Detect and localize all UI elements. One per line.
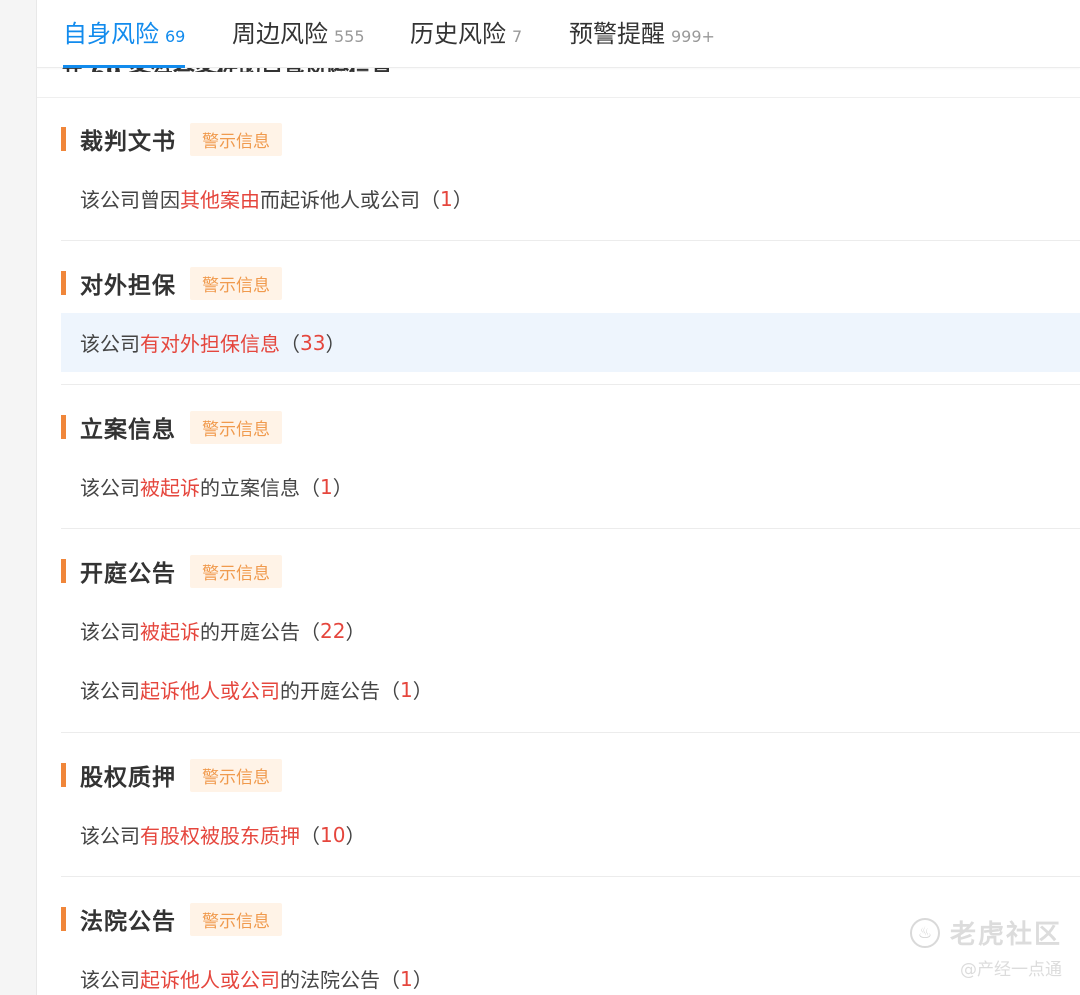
warning-tag: 警示信息 (190, 266, 282, 300)
item-highlight: 其他案由 (180, 188, 260, 212)
item-text: 的开庭公告（ (200, 620, 320, 644)
item-text: 该公司 (80, 476, 140, 500)
item-count: 1 (320, 474, 333, 499)
item-text: 的开庭公告（ (280, 679, 400, 703)
section-case-filing: 立案信息 警示信息 该公司 被起诉 的立案信息（ 1） (61, 410, 1080, 516)
risk-item[interactable]: 该公司 有股权被股东质押（10） (61, 805, 1080, 864)
watermark-brand-name: 老虎社区 (949, 920, 1062, 950)
item-text: ） (345, 824, 366, 848)
item-count: 10 (320, 822, 346, 847)
section-accent-bar (61, 763, 66, 787)
item-highlight: 有股权被股东质押 (140, 824, 300, 848)
risk-panel: 自身风险 69 周边风险 555 历史风险 7 预警提醒 999+ 共 69 条… (37, 0, 1080, 995)
item-text: 而起诉他人或公司（ (260, 188, 440, 212)
divider (61, 528, 1080, 529)
item-count: 1 (400, 677, 413, 702)
warning-tag: 警示信息 (190, 554, 282, 588)
section-title: 裁判文书 (80, 129, 176, 155)
tab-self-risk[interactable]: 自身风险 69 (63, 14, 186, 68)
item-text: （ (280, 332, 300, 356)
item-text: 该公司 (80, 679, 140, 703)
section-external-guarantee: 对外担保 警示信息 该公司 有对外担保信息（33） (61, 266, 1080, 372)
warning-tag: 警示信息 (190, 902, 282, 936)
divider (61, 384, 1080, 385)
risk-item[interactable]: 该公司 被起诉 的开庭公告（ 22） (61, 601, 1080, 660)
section-accent-bar (61, 127, 66, 151)
item-text: 该公司 (80, 332, 140, 356)
section-judgment-documents: 裁判文书 警示信息 该公司曾因 其他案由 而起诉他人或公司（ 1） (61, 122, 1080, 228)
section-title: 法院公告 (80, 909, 176, 935)
warning-tag: 警示信息 (190, 410, 282, 444)
item-text: ） (345, 620, 366, 644)
item-text: 的立案信息（ (200, 476, 320, 500)
item-count: 22 (320, 618, 346, 643)
tab-count: 7 (512, 27, 523, 46)
section-title: 对外担保 (80, 273, 176, 299)
tab-label: 预警提醒 (569, 20, 665, 48)
section-equity-pledge: 股权质押 警示信息 该公司 有股权被股东质押（10） (61, 758, 1080, 864)
item-text: ） (325, 332, 346, 356)
item-highlight: 起诉他人或公司 (140, 679, 280, 703)
watermark-brand: ♨ 老虎社区 (909, 914, 1062, 951)
tab-label: 周边风险 (232, 20, 328, 48)
tab-label: 历史风险 (410, 20, 506, 48)
section-header: 对外担保 警示信息 (61, 266, 1080, 300)
left-gutter (0, 0, 37, 995)
item-text: ） (412, 968, 433, 992)
tab-surrounding-risk[interactable]: 周边风险 555 (232, 14, 365, 54)
divider (37, 97, 1080, 98)
section-title: 股权质押 (80, 765, 176, 791)
item-count: 1 (400, 966, 413, 991)
item-highlight: 起诉他人或公司 (140, 968, 280, 992)
warning-tag: 警示信息 (190, 122, 282, 156)
tab-count: 69 (165, 27, 186, 46)
divider (61, 240, 1080, 241)
section-court-hearing: 开庭公告 警示信息 该公司 被起诉 的开庭公告（ 22） 该公司 起诉他人或公司 的开庭公… (61, 554, 1080, 719)
item-text: 该公司曾因 (80, 188, 180, 212)
tab-count: 555 (334, 27, 365, 46)
section-header: 开庭公告 警示信息 (61, 554, 1080, 588)
item-text: 该公司 (80, 620, 140, 644)
section-accent-bar (61, 415, 66, 439)
watermark-user: @产经一点通 (960, 960, 1062, 980)
item-text: 的法院公告（ (280, 968, 400, 992)
section-header: 立案信息 警示信息 (61, 410, 1080, 444)
item-text: ） (412, 679, 433, 703)
tab-history-risk[interactable]: 历史风险 7 (410, 14, 522, 54)
risk-item[interactable]: 该公司 被起诉 的立案信息（ 1） (61, 457, 1080, 516)
section-title: 开庭公告 (80, 561, 176, 587)
watermark: ♨ 老虎社区 @产经一点通 (909, 914, 1062, 980)
item-highlight: 被起诉 (140, 620, 200, 644)
divider (61, 876, 1080, 877)
tab-label: 自身风险 (63, 20, 159, 48)
risk-item[interactable]: 该公司 有对外担保信息（33） (61, 313, 1080, 372)
risk-item[interactable]: 该公司曾因 其他案由 而起诉他人或公司（ 1） (61, 169, 1080, 228)
section-accent-bar (61, 559, 66, 583)
item-text: ） (452, 188, 473, 212)
section-title: 立案信息 (80, 417, 176, 443)
item-text: （ (300, 824, 320, 848)
item-text: 该公司 (80, 968, 140, 992)
risk-item[interactable]: 该公司 起诉他人或公司 的开庭公告（ 1） (61, 660, 1080, 719)
item-highlight: 有对外担保信息 (140, 332, 280, 356)
item-text: 该公司 (80, 824, 140, 848)
section-accent-bar (61, 907, 66, 931)
item-text: ） (332, 476, 353, 500)
item-count: 33 (300, 330, 326, 355)
section-header: 股权质押 警示信息 (61, 758, 1080, 792)
tiger-logo-icon: ♨ (909, 917, 940, 948)
section-header: 裁判文书 警示信息 (61, 122, 1080, 156)
section-accent-bar (61, 271, 66, 295)
warning-tag: 警示信息 (190, 758, 282, 792)
item-count: 1 (440, 186, 453, 211)
item-highlight: 被起诉 (140, 476, 200, 500)
tab-count: 999+ (671, 27, 715, 46)
divider (61, 732, 1080, 733)
tab-alert-reminder[interactable]: 预警提醒 999+ (569, 14, 715, 54)
risk-tabbar: 自身风险 69 周边风险 555 历史风险 7 预警提醒 999+ (37, 0, 1080, 68)
